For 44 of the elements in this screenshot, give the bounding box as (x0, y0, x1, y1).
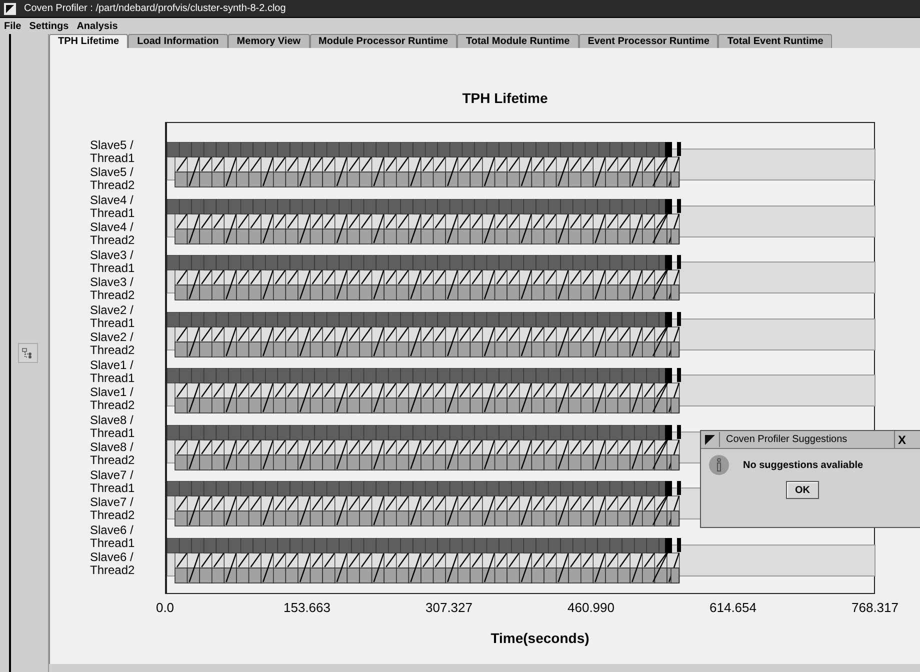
tick-label: 768.317 (852, 599, 898, 617)
axis-label: Slave4 / Thread1 (90, 194, 136, 220)
tab[interactable]: Total Event Runtime (718, 34, 832, 48)
window-menu-icon[interactable] (704, 434, 716, 446)
tab[interactable]: TPH Lifetime (49, 34, 128, 48)
dialog-message: No suggestions avaliable (743, 458, 864, 472)
axis-label: Slave8 / Thread2 (90, 441, 136, 468)
axis-label: Slave3 / Thread2 (90, 276, 136, 302)
tick-label: 0.0 (156, 599, 174, 617)
tab[interactable]: Event Processor Runtime (578, 34, 718, 48)
tick-label: 307.327 (426, 599, 472, 617)
window-menu-icon[interactable] (4, 2, 16, 14)
axis-label: Slave4 / Thread2 (90, 221, 136, 248)
axis-label: Slave8 / Thread1 (90, 414, 136, 440)
axis-label: Slave1 / Thread2 (90, 386, 136, 412)
chart-title: TPH Lifetime (461, 89, 549, 108)
ok-button[interactable]: OK (786, 481, 819, 499)
axis-label: Slave7 / Thread1 (90, 468, 136, 495)
axis-label: Slave5 / Thread1 (90, 138, 136, 165)
info-icon (709, 455, 729, 475)
tick-label: 153.663 (284, 599, 330, 617)
tick-label: 460.990 (568, 599, 614, 617)
menu-item[interactable]: Analysis (76, 18, 118, 34)
tab[interactable]: Load Information (128, 34, 228, 48)
axis-label: Slave5 / Thread2 (90, 166, 136, 192)
tick-label: 614.654 (710, 599, 756, 617)
axis-label: Slave6 / Thread1 (90, 524, 136, 550)
tree-icon (22, 348, 33, 358)
tab[interactable]: Memory View (228, 34, 310, 48)
axis-label: Slave2 / Thread2 (90, 331, 136, 358)
tab[interactable]: Module Processor Runtime (310, 34, 457, 48)
axis-label: Slave1 / Thread1 (90, 358, 136, 385)
close-button[interactable]: X (894, 430, 906, 448)
axis-label: Slave2 / Thread1 (90, 304, 136, 330)
tool-button[interactable] (18, 343, 38, 363)
dialog-title: Coven Profiler Suggestions (719, 432, 894, 447)
menu-item[interactable]: File (4, 18, 22, 34)
axis-label: Slave6 / Thread2 (90, 551, 136, 578)
axis-label: Slave7 / Thread2 (90, 496, 136, 522)
window-title: Coven Profiler : /part/ndebard/profvis/cluster-synth-8-2.clog (24, 2, 286, 16)
menu-item[interactable]: Settings (29, 18, 69, 34)
tab[interactable]: Total Module Runtime (457, 34, 579, 48)
axis-title: Time(seconds) (490, 629, 590, 648)
axis-label: Slave3 / Thread1 (90, 248, 136, 275)
